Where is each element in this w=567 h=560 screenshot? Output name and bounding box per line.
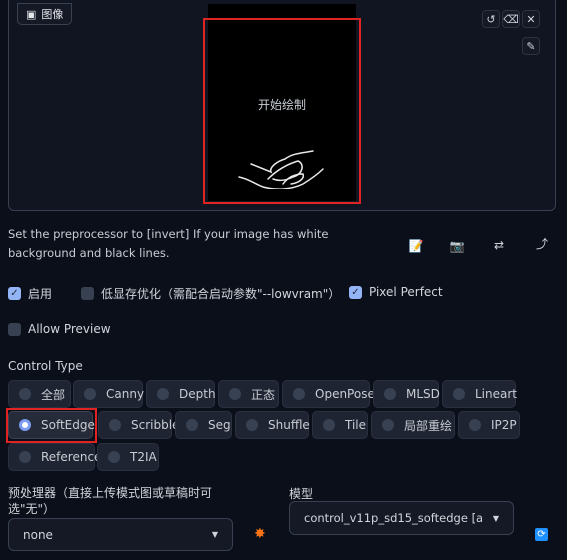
undo-icon[interactable]: ↺ [482, 10, 500, 28]
hint-text: Set the preprocessor to [invert] If your… [8, 227, 329, 260]
radio-dot[interactable] [19, 451, 31, 463]
checkbox-box[interactable] [8, 322, 21, 336]
control-type-option[interactable]: Lineart [442, 380, 517, 408]
brush-icon[interactable]: ✎ [522, 37, 540, 55]
swap-icon[interactable]: ⇄ [489, 237, 509, 253]
canvas-highlight [203, 18, 361, 204]
radio-dot[interactable] [323, 419, 335, 431]
eraser-icon[interactable]: ⌫ [502, 10, 520, 28]
checkbox-box[interactable]: ✓ [8, 287, 21, 300]
control-type-option[interactable]: Canny [73, 380, 144, 408]
radio-dot[interactable] [229, 388, 241, 400]
checkbox-box[interactable] [81, 287, 94, 300]
control-type-option[interactable]: T2IA [97, 443, 159, 471]
lowvram-checkbox[interactable]: 低显存优化（需配合启动参数"--lowvram"） [81, 285, 340, 302]
image-icon: ▣ [26, 7, 37, 21]
control-type-option[interactable]: 全部 [8, 380, 71, 408]
chevron-down-icon: ▼ [211, 530, 218, 539]
radio-dot[interactable] [469, 419, 481, 431]
control-type-option[interactable]: MLSD [373, 380, 440, 408]
control-type-option[interactable]: IP2P [458, 411, 520, 439]
chevron-down-icon: ▼ [492, 513, 499, 523]
control-type-option[interactable]: 局部重绘 [371, 411, 455, 439]
enable-checkbox[interactable]: ✓ 启用 [8, 285, 52, 302]
camera-icon[interactable]: 📷 [447, 238, 467, 254]
image-label: ▣ 图像 [17, 3, 73, 25]
model-label: 模型 [289, 487, 314, 501]
radio-dot[interactable] [109, 419, 121, 431]
radio-dot[interactable] [19, 388, 31, 400]
control-type-option[interactable]: Depth [146, 380, 216, 408]
control-type-option[interactable]: Shuffle [235, 411, 310, 439]
radio-dot[interactable] [246, 419, 258, 431]
selection-highlight [6, 408, 97, 443]
explosion-icon[interactable]: ✸ [254, 526, 266, 542]
control-type-option[interactable]: Reference [8, 443, 101, 471]
control-type-option[interactable]: OpenPose [282, 380, 375, 408]
control-type-option[interactable]: Scribble [98, 411, 179, 439]
preprocessor-label: 预处理器（直接上传模式图或草稿时可选"无"） [8, 486, 213, 516]
control-type-option[interactable]: 正态 [218, 380, 279, 408]
radio-dot[interactable] [384, 388, 396, 400]
radio-dot[interactable] [453, 388, 465, 400]
send-up-icon[interactable]: ⤴ [532, 235, 552, 251]
write-icon[interactable]: 📝 [406, 238, 426, 254]
refresh-icon[interactable]: ⟳ [535, 528, 548, 541]
radio-dot[interactable] [382, 419, 394, 431]
allow-preview-checkbox[interactable]: Allow Preview [8, 322, 111, 336]
model-dropdown[interactable]: control_v11p_sd15_softedge [a8575a▼ [289, 501, 514, 535]
radio-dot[interactable] [157, 388, 169, 400]
radio-dot[interactable] [108, 451, 120, 463]
checkbox-box[interactable]: ✓ [349, 285, 362, 299]
radio-dot[interactable] [84, 388, 96, 400]
control-type-label: Control Type [8, 359, 83, 373]
control-type-option[interactable]: Tile [312, 411, 368, 439]
close-icon[interactable]: ✕ [522, 10, 540, 28]
radio-dot[interactable] [186, 419, 198, 431]
radio-dot[interactable] [293, 388, 305, 400]
control-type-option[interactable]: Seg [175, 411, 232, 439]
pixel-perfect-checkbox[interactable]: ✓ Pixel Perfect [349, 285, 443, 299]
preprocessor-dropdown[interactable]: none ▼ [8, 518, 233, 551]
